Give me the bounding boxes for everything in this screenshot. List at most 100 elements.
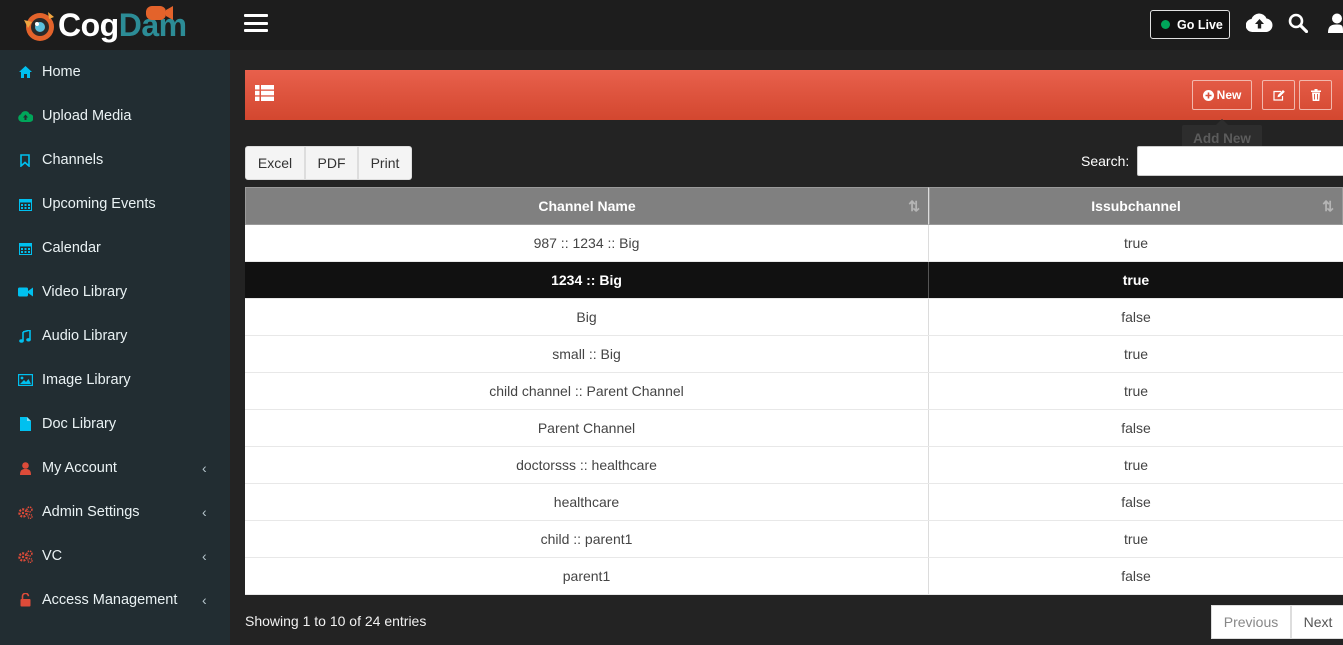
top-navbar: Go Live [230, 0, 1343, 50]
gears-icon [17, 504, 33, 520]
table-row[interactable]: doctorsss :: healthcare true [245, 447, 1343, 484]
column-header-label: Channel Name [538, 198, 636, 214]
plus-circle-icon [1202, 89, 1214, 101]
export-button-group: Excel PDF Print [245, 146, 412, 180]
live-status-dot [1161, 20, 1170, 29]
sidebar-item-my-account[interactable]: My Account ‹ [0, 446, 230, 490]
sidebar-item-label: Calendar [42, 240, 101, 256]
cell-issubchannel: false [1121, 309, 1151, 325]
cell-issubchannel: true [1122, 272, 1150, 288]
sidebar-item-admin-settings[interactable]: Admin Settings ‹ [0, 490, 230, 534]
logo[interactable]: CogDam [0, 0, 230, 50]
sidebar-item-upload-media[interactable]: Upload Media [0, 94, 230, 138]
video-camera-icon [17, 284, 33, 300]
sidebar-item-access-management[interactable]: Access Management ‹ [0, 578, 230, 622]
table-row[interactable]: child :: parent1 true [245, 521, 1343, 558]
table-row[interactable]: small :: Big true [245, 336, 1343, 373]
sidebar-item-label: Upload Media [42, 108, 132, 124]
cloud-upload-icon[interactable] [1246, 13, 1273, 33]
cell-channel-name: 987 :: 1234 :: Big [245, 225, 929, 261]
delete-button[interactable] [1299, 80, 1332, 110]
sidebar-item-label: My Account [42, 460, 117, 476]
chevron-left-icon: ‹ [202, 460, 207, 476]
calendar-icon [17, 240, 33, 256]
table-header: Channel Name ⇅ Issubchannel ⇅ [245, 187, 1343, 225]
cell-channel-name: Big [245, 299, 929, 335]
video-bubble-icon [146, 6, 173, 20]
cell-issubchannel: false [1121, 568, 1151, 584]
cell-channel-name: child channel :: Parent Channel [245, 373, 929, 409]
table-row[interactable]: child channel :: Parent Channel true [245, 373, 1343, 410]
sidebar-item-label: VC [42, 548, 63, 564]
cell-channel-name: Parent Channel [245, 410, 929, 446]
calendar-icon [17, 196, 33, 212]
edit-button[interactable] [1262, 80, 1295, 110]
sidebar-item-label: Home [42, 64, 81, 80]
cell-issubchannel: true [1123, 457, 1149, 473]
sidebar-item-video-library[interactable]: Video Library [0, 270, 230, 314]
new-button-label: New [1216, 88, 1242, 102]
cell-issubchannel: true [1123, 346, 1149, 362]
sidebar-item-image-library[interactable]: Image Library [0, 358, 230, 402]
search-input[interactable] [1137, 146, 1343, 176]
cell-channel-name: doctorsss :: healthcare [245, 447, 929, 483]
go-live-button[interactable]: Go Live [1150, 10, 1230, 39]
search-label: Search: [1081, 153, 1130, 169]
cell-channel-name: healthcare [245, 484, 929, 520]
cell-channel-name: child :: parent1 [245, 521, 929, 557]
sidebar-item-channels[interactable]: Channels [0, 138, 230, 182]
search-icon[interactable] [1288, 13, 1308, 33]
logo-mark-icon [24, 12, 54, 41]
sidebar-item-label: Audio Library [42, 328, 128, 344]
logo-text-cog: Cog [58, 7, 119, 43]
gears-icon [17, 548, 33, 564]
table-row[interactable]: Big false [245, 299, 1343, 336]
column-header-channel-name[interactable]: Channel Name ⇅ [245, 187, 929, 225]
edit-icon [1272, 89, 1285, 101]
bookmark-icon [17, 152, 33, 168]
sidebar-item-home[interactable]: Home [0, 50, 230, 94]
sidebar-item-calendar[interactable]: Calendar [0, 226, 230, 270]
chevron-left-icon: ‹ [202, 592, 207, 608]
next-button[interactable]: Next [1291, 605, 1343, 639]
home-icon [17, 64, 33, 80]
sidebar-item-upcoming-events[interactable]: Upcoming Events [0, 182, 230, 226]
new-button[interactable]: New [1192, 80, 1252, 110]
unlock-icon [17, 592, 33, 608]
table-row[interactable]: healthcare false [245, 484, 1343, 521]
sort-icon: ⇅ [1322, 198, 1334, 214]
table-row[interactable]: parent1 false [245, 558, 1343, 595]
sidebar-item-vc[interactable]: VC ‹ [0, 534, 230, 578]
chevron-left-icon: ‹ [202, 548, 207, 564]
cell-channel-name: 1234 :: Big [245, 262, 929, 298]
cell-channel-name: small :: Big [245, 336, 929, 372]
table-row[interactable]: 987 :: 1234 :: Big true [245, 225, 1343, 262]
column-header-issubchannel[interactable]: Issubchannel ⇅ [929, 187, 1343, 225]
sidebar: CogDam Home Upload Media Channels Upcomi… [0, 0, 230, 645]
document-icon [17, 416, 33, 432]
music-note-icon [17, 328, 33, 344]
cell-issubchannel: false [1121, 494, 1151, 510]
table-row-selected[interactable]: 1234 :: Big true [245, 262, 1343, 299]
pdf-button[interactable]: PDF [305, 146, 358, 180]
cell-issubchannel: true [1123, 531, 1149, 547]
print-button[interactable]: Print [358, 146, 412, 180]
list-icon [255, 85, 274, 101]
sort-icon: ⇅ [908, 198, 920, 214]
go-live-label: Go Live [1177, 17, 1223, 32]
excel-button[interactable]: Excel [245, 146, 305, 180]
menu-toggle-icon[interactable] [244, 14, 268, 34]
user-profile-icon[interactable] [1327, 13, 1343, 33]
cloud-upload-icon [17, 108, 33, 124]
previous-button[interactable]: Previous [1211, 605, 1291, 639]
table-row[interactable]: Parent Channel false [245, 410, 1343, 447]
sidebar-item-audio-library[interactable]: Audio Library [0, 314, 230, 358]
sidebar-item-doc-library[interactable]: Doc Library [0, 402, 230, 446]
channels-table: Channel Name ⇅ Issubchannel ⇅ 987 :: 123… [245, 187, 1343, 595]
cell-issubchannel: true [1123, 383, 1149, 399]
trash-icon [1310, 89, 1321, 101]
sidebar-item-label: Access Management [42, 592, 178, 608]
box-header: New [245, 70, 1343, 120]
cell-channel-name: parent1 [245, 558, 929, 594]
image-icon [17, 372, 33, 388]
